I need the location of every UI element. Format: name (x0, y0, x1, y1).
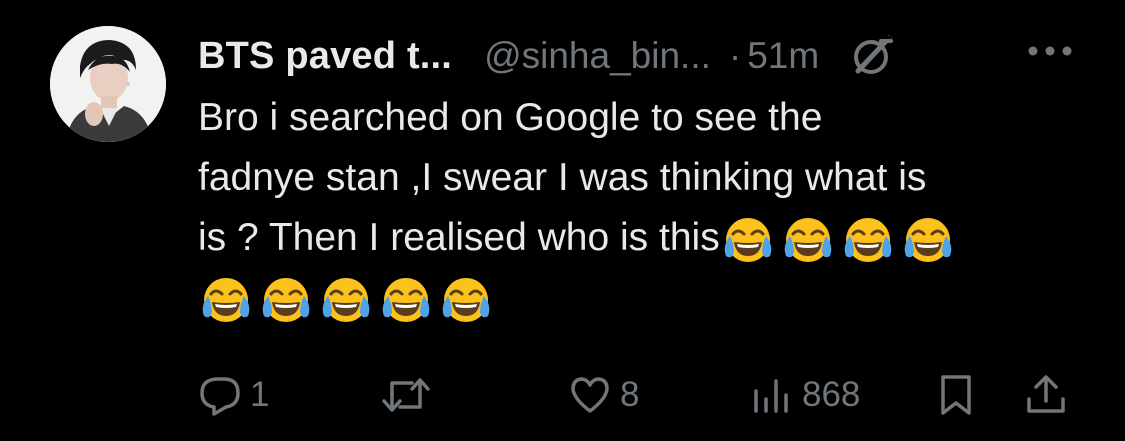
tweet-body: Bro i searched on Google to see the fadn… (198, 88, 1078, 328)
separator-dot: · (728, 35, 742, 76)
tweet-actions: 1 8 868 (198, 368, 1078, 422)
timestamp[interactable]: 51m (747, 35, 819, 77)
tweet-text-line-4 (198, 268, 1078, 328)
emoji-row (198, 272, 494, 328)
views-icon (750, 373, 794, 417)
user-handle[interactable]: @sinha_bin... (484, 35, 711, 77)
views-count: 868 (802, 375, 861, 414)
retweet-icon (380, 373, 432, 417)
like-button[interactable]: 8 (568, 368, 639, 422)
tears-of-joy-emoji (720, 212, 776, 268)
tears-of-joy-emoji (900, 212, 956, 268)
bookmark-button[interactable] (936, 368, 976, 422)
reply-count: 1 (250, 375, 270, 414)
heart-icon (568, 373, 612, 417)
tears-of-joy-emoji (318, 272, 374, 328)
tears-of-joy-emoji (198, 272, 254, 328)
tears-of-joy-emoji (258, 272, 314, 328)
more-icon[interactable] (1025, 38, 1075, 64)
avatar[interactable] (50, 26, 166, 142)
display-name[interactable]: BTS paved t... (198, 35, 452, 78)
tweet[interactable]: BTS paved t... @sinha_bin... · 51m Bro i… (0, 0, 1125, 441)
tears-of-joy-emoji (438, 272, 494, 328)
tears-of-joy-emoji (780, 212, 836, 268)
tweet-text-line-3-text: is ? Then I realised who is this (198, 216, 720, 259)
share-button[interactable] (1024, 368, 1068, 422)
grok-icon[interactable] (849, 33, 895, 79)
tweet-header: BTS paved t... @sinha_bin... · 51m (198, 28, 1078, 84)
tears-of-joy-emoji (840, 212, 896, 268)
tweet-text-line-1: Bro i searched on Google to see the (198, 96, 823, 139)
tears-of-joy-emoji (378, 272, 434, 328)
reply-button[interactable]: 1 (198, 368, 269, 422)
tweet-text-line-2: fadnye stan ,I swear I was thinking what… (198, 156, 927, 199)
like-count: 8 (620, 375, 640, 414)
tweet-text-line-3: is ? Then I realised who is this (198, 208, 1078, 268)
retweet-button[interactable] (380, 368, 440, 422)
reply-icon (198, 373, 242, 417)
emoji-row (720, 212, 956, 268)
bookmark-icon (936, 373, 976, 417)
views-button[interactable]: 868 (750, 368, 860, 422)
share-icon (1024, 373, 1068, 417)
